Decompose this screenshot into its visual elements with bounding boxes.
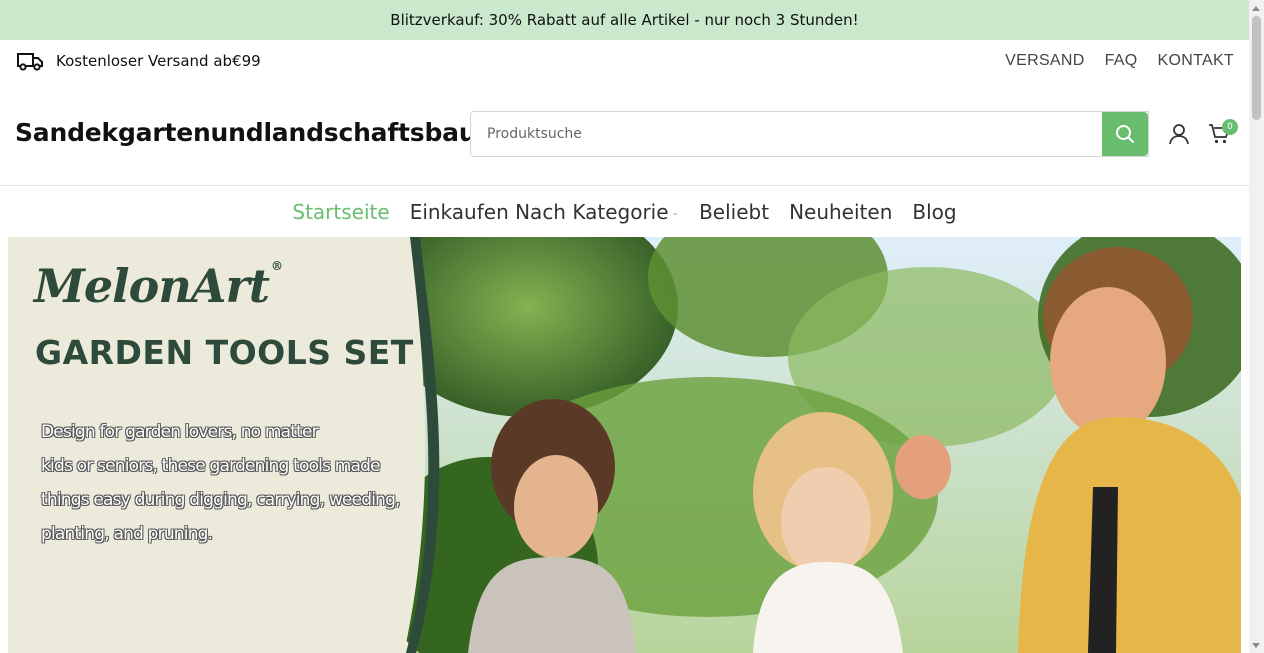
promo-bar: Blitzverkauf: 30% Rabatt auf alle Artike… (0, 0, 1249, 40)
link-versand[interactable]: VERSAND (1005, 52, 1084, 70)
nav-label: Einkaufen Nach Kategorie (409, 200, 669, 224)
nav-item-neuheiten[interactable]: Neuheiten (789, 200, 892, 224)
registered-mark: ® (270, 259, 283, 273)
chevron-down-icon: ⌄ (671, 208, 680, 218)
nav-label: Blog (912, 200, 957, 224)
nav-label: Startseite (292, 200, 390, 224)
top-links: VERSAND FAQ KONTAKT (1005, 52, 1234, 70)
site-logo[interactable]: Sandekgartenundlandschaftsbau (15, 118, 477, 147)
shipping-info: Kostenloser Versand ab€99 (16, 50, 261, 72)
header: Sandekgartenundlandschaftsbau 0 (0, 80, 1249, 186)
scrollbar[interactable] (1249, 0, 1264, 653)
main-nav: Startseite Einkaufen Nach Kategorie ⌄ Bel… (0, 187, 1249, 237)
user-icon[interactable] (1168, 123, 1190, 145)
search-icon (1116, 125, 1134, 143)
link-faq[interactable]: FAQ (1105, 52, 1138, 70)
hero-text-line: kids or seniors, these gardening tools m… (41, 456, 381, 476)
search-input[interactable] (471, 112, 1102, 156)
nav-item-beliebt[interactable]: Beliebt (699, 200, 769, 224)
hero-text-line: Design for garden lovers, no matter (41, 422, 319, 442)
truck-icon (17, 53, 43, 71)
nav-item-startseite[interactable]: Startseite (292, 200, 389, 224)
brand-name: MelonArt (34, 259, 270, 313)
shipping-text: Kostenloser Versand ab€99 (56, 52, 261, 70)
search-bar (470, 111, 1149, 157)
scroll-thumb[interactable] (1252, 16, 1261, 120)
nav-label: Neuheiten (789, 200, 893, 224)
hero-text-line: planting, and pruning. (41, 524, 213, 544)
nav-item-einkaufen-nach-kategorie[interactable]: Einkaufen Nach Kategorie ⌄ (410, 200, 679, 224)
nav-label: Beliebt (699, 200, 770, 224)
search-button[interactable] (1102, 112, 1148, 156)
nav-item-blog[interactable]: Blog (912, 200, 956, 224)
scroll-down-arrow[interactable] (1252, 643, 1260, 648)
top-bar: Kostenloser Versand ab€99 VERSAND FAQ KO… (0, 40, 1249, 80)
hero-banner[interactable]: MelonArt ® GARDEN TOOLS SET Design for ga… (8, 237, 1241, 653)
hero-description: Design for garden lovers, no matter kids… (41, 415, 431, 551)
hero-text-line: things easy during digging, carrying, we… (41, 490, 401, 510)
brand-logo: MelonArt ® (34, 259, 283, 313)
scroll-up-arrow[interactable] (1252, 6, 1260, 11)
link-kontakt[interactable]: KONTAKT (1158, 52, 1234, 70)
promo-text: Blitzverkauf: 30% Rabatt auf alle Artike… (390, 11, 859, 29)
cart-count-badge: 0 (1222, 119, 1238, 135)
hero-title: GARDEN TOOLS SET (35, 333, 414, 372)
cart-button[interactable]: 0 (1208, 119, 1238, 145)
